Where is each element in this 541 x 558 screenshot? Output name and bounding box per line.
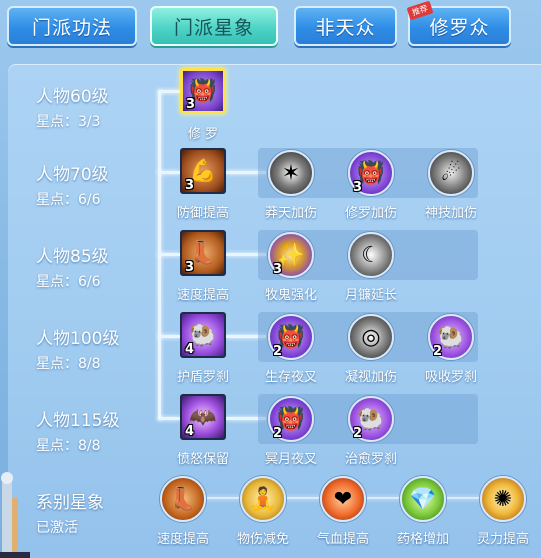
branch-line — [158, 417, 180, 420]
level-title: 人物60级 — [36, 87, 109, 107]
claw-icon: ☄ — [441, 160, 461, 186]
level-title: 人物100级 — [36, 329, 120, 349]
skill-mangtian-dmg[interactable]: ✶ — [268, 150, 314, 196]
star-points: 星点：6/6 — [36, 274, 101, 290]
tab-label: 修罗众 — [429, 16, 490, 39]
skill-name: 月镰延长 — [344, 288, 397, 303]
series-name: 药格增加 — [396, 532, 449, 547]
series-hp-up[interactable]: ❤ — [320, 476, 366, 522]
star-count: 2 — [273, 344, 283, 359]
branch-line — [158, 335, 180, 338]
eye-vortex-icon: ◎ — [361, 324, 381, 350]
star-count: 3 — [185, 178, 195, 193]
skill-shenji-dmg[interactable]: ☄ — [428, 150, 474, 196]
tab-label: 门派功法 — [31, 16, 112, 39]
level-115: 人物115级星点：8/8 — [36, 406, 146, 455]
series-title: 系别星象 — [36, 493, 104, 513]
star-count: 4 — [185, 342, 195, 357]
skill-xiuluo[interactable]: 👹 3 — [180, 68, 226, 114]
skill-name: 神技加伤 — [424, 206, 477, 221]
tab-feitianzhong[interactable]: 非天众 — [294, 6, 397, 46]
skill-name: 莽天加伤 — [264, 206, 317, 221]
golden-body-icon: 🧘 — [249, 486, 277, 512]
star-points: 星点：8/8 — [36, 438, 101, 454]
series-status: 已激活 — [36, 520, 78, 536]
star-count: 3 — [186, 97, 196, 112]
tab-label: 门派星象 — [173, 16, 254, 39]
series-spirit-up[interactable]: ✺ — [480, 476, 526, 522]
series-constellation: 系别星象 已激活 — [36, 488, 146, 537]
skill-speed-up[interactable]: 👢 3 — [180, 230, 226, 276]
radiant-star-icon: ✺ — [493, 486, 513, 512]
level-70: 人物70级星点：6/6 — [36, 160, 146, 209]
level-title: 人物70级 — [36, 165, 109, 185]
star-count: 3 — [353, 180, 363, 195]
level-100: 人物100级星点：8/8 — [36, 324, 146, 373]
slash-burst-icon: ✶ — [281, 160, 301, 186]
skill-heal-rakshasa[interactable]: 🐏 2 — [348, 396, 394, 442]
skill-absorb-rakshasa[interactable]: 🐏 2 — [428, 314, 474, 360]
branch-line — [158, 171, 180, 174]
skill-name: 冥月夜叉 — [264, 452, 317, 467]
series-phys-reduce[interactable]: 🧘 — [240, 476, 286, 522]
star-count: 2 — [353, 426, 363, 441]
star-count: 2 — [433, 344, 443, 359]
series-name: 灵力提高 — [476, 532, 529, 547]
skill-shield-rakshasa[interactable]: 🐏 4 — [180, 312, 226, 358]
skill-name: 修罗加伤 — [344, 206, 397, 221]
skill-name: 治愈罗刹 — [344, 452, 397, 467]
skill-name: 牧鬼强化 — [264, 288, 317, 303]
skill-xiuluo-dmg[interactable]: 👹 3 — [348, 150, 394, 196]
star-count: 3 — [185, 260, 195, 275]
skill-name: 速度提高 — [176, 288, 229, 303]
skill-name: 吸收罗刹 — [424, 370, 477, 385]
series-speed-up[interactable]: 👢 — [160, 476, 206, 522]
heart-icon: ❤ — [333, 486, 353, 512]
skill-name: 护盾罗刹 — [176, 370, 229, 385]
decorative-statue — [0, 472, 30, 558]
level-title: 人物85级 — [36, 247, 109, 267]
star-points: 星点：6/6 — [36, 192, 101, 208]
level-60: 人物60级星点：3/3 — [36, 82, 146, 131]
series-name: 物伤减免 — [236, 532, 289, 547]
tab-sect-constellation[interactable]: 门派星象 — [150, 6, 278, 46]
series-name: 速度提高 — [156, 532, 209, 547]
crescent-blade-icon: ☾ — [361, 242, 381, 268]
skill-rage-keep[interactable]: 🦇 4 — [180, 394, 226, 440]
skill-name: 凝视加伤 — [344, 370, 397, 385]
green-gem-icon: 💎 — [409, 486, 437, 512]
skill-name: 愤怒保留 — [176, 452, 229, 467]
tab-sect-skills[interactable]: 门派功法 — [7, 6, 137, 46]
star-count: 2 — [273, 426, 283, 441]
series-medicine-slot[interactable]: 💎 — [400, 476, 446, 522]
skill-mingyue-yaksha[interactable]: 👹 2 — [268, 396, 314, 442]
skill-survive-yaksha[interactable]: 👹 2 — [268, 314, 314, 360]
skill-gaze-dmg[interactable]: ◎ — [348, 314, 394, 360]
winged-boot-icon: 👢 — [169, 486, 197, 512]
skill-defense-up[interactable]: 💪 3 — [180, 148, 226, 194]
branch-line — [158, 90, 180, 93]
skill-name: 修 罗 — [187, 127, 219, 142]
tab-xiuluozhong[interactable]: 推荐 修罗众 — [406, 0, 511, 46]
branch-line — [158, 253, 180, 256]
skill-mugui-enhance[interactable]: ✨ 3 — [268, 232, 314, 278]
level-title: 人物115级 — [36, 411, 120, 431]
series-name: 气血提高 — [316, 532, 369, 547]
skill-name: 防御提高 — [176, 206, 229, 221]
skill-yuelian-extend[interactable]: ☾ — [348, 232, 394, 278]
skill-name: 生存夜叉 — [264, 370, 317, 385]
star-count: 4 — [185, 424, 195, 439]
tab-label: 非天众 — [315, 16, 376, 39]
level-85: 人物85级星点：6/6 — [36, 242, 146, 291]
star-points: 星点：3/3 — [36, 114, 101, 130]
star-points: 星点：8/8 — [36, 356, 101, 372]
star-count: 3 — [273, 262, 283, 277]
